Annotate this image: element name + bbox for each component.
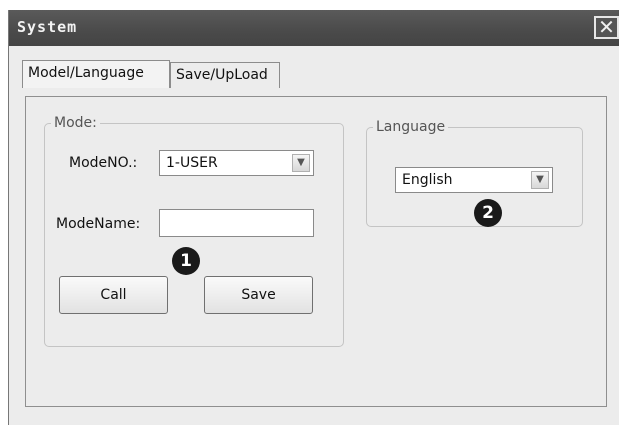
callout-badge-1: 1 [172,247,200,275]
call-button[interactable]: Call [59,276,168,314]
mode-group-legend: Mode: [54,115,97,131]
title-bar: System ✕ [9,10,619,46]
tab-save-upload[interactable]: Save/UpLoad [170,62,280,88]
callout-badge-2: 2 [474,199,502,227]
language-value: English [402,172,453,188]
tab-model-language[interactable]: Model/Language [22,60,170,88]
close-icon[interactable]: ✕ [594,16,619,39]
language-group-legend: Language [376,119,446,135]
save-button[interactable]: Save [204,276,313,314]
mode-name-label: ModeName: [56,216,141,232]
mode-no-select[interactable]: 1-USER ▼ [159,150,314,176]
mode-no-label: ModeNO.: [69,155,138,171]
mode-name-input[interactable] [159,209,314,237]
mode-no-value: 1-USER [166,155,218,171]
tab-panel: Mode: ModeNO.: 1-USER ▼ ModeName: 1 Call… [25,96,607,407]
language-select[interactable]: English ▼ [395,167,553,193]
chevron-down-icon[interactable]: ▼ [292,154,310,172]
chevron-down-icon[interactable]: ▼ [531,171,549,189]
window-title: System [17,18,78,36]
